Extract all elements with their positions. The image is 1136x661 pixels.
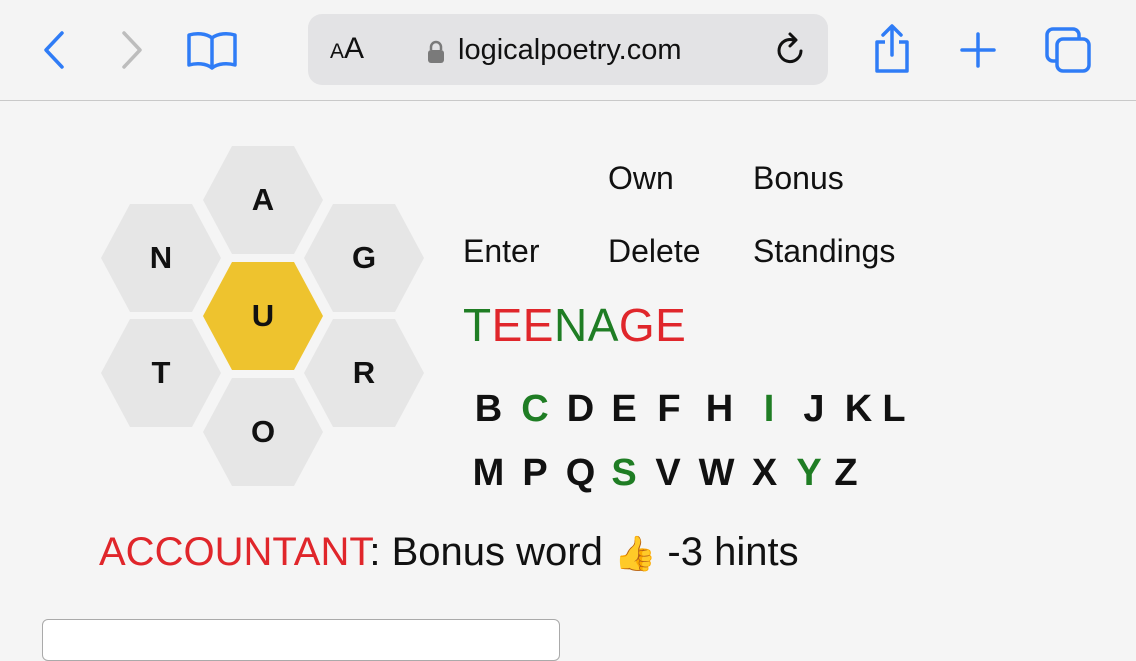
- letter-row-2: MPQSVWXYZ: [465, 452, 861, 495]
- address-bar[interactable]: AA logicalpoetry.com: [308, 14, 828, 85]
- hex-letter: T: [151, 355, 171, 390]
- message-word: ACCOUNTANT: [99, 530, 370, 574]
- letter-row-1: BCDEFHIJKL: [465, 388, 907, 431]
- letter-c[interactable]: C: [512, 388, 558, 431]
- standings-button[interactable]: Standings: [753, 233, 895, 270]
- hex-bottom[interactable]: O: [201, 376, 325, 488]
- letter-h[interactable]: H: [693, 388, 746, 431]
- forward-icon[interactable]: [116, 28, 148, 72]
- hex-letter: O: [250, 414, 276, 449]
- enter-button[interactable]: Enter: [463, 233, 539, 270]
- new-tab-icon[interactable]: [958, 30, 998, 70]
- letter-s[interactable]: S: [603, 452, 645, 495]
- word-segment: GE: [618, 299, 687, 351]
- current-word: TEENAGE: [463, 298, 686, 352]
- word-input[interactable]: [42, 619, 560, 661]
- letter-x[interactable]: X: [742, 452, 787, 495]
- lock-icon: [426, 40, 446, 69]
- letter-q[interactable]: Q: [558, 452, 603, 495]
- hex-letter: G: [351, 240, 377, 275]
- delete-button[interactable]: Delete: [608, 233, 701, 270]
- bookmarks-icon[interactable]: [186, 28, 238, 72]
- letter-l[interactable]: L: [881, 388, 907, 431]
- own-button[interactable]: Own: [608, 160, 674, 197]
- letter-y[interactable]: Y: [787, 452, 831, 495]
- status-message: ACCOUNTANT: Bonus word 👍 -3 hints: [99, 530, 799, 575]
- browser-toolbar: AA logicalpoetry.com: [0, 0, 1136, 101]
- letter-m[interactable]: M: [465, 452, 512, 495]
- tabs-icon[interactable]: [1044, 26, 1092, 74]
- letter-z[interactable]: Z: [831, 452, 861, 495]
- word-segment: NA: [553, 299, 619, 351]
- url-text[interactable]: logicalpoetry.com: [458, 34, 682, 67]
- reader-label-large: A: [344, 32, 365, 65]
- hex-letter: R: [352, 355, 376, 390]
- letter-w[interactable]: W: [691, 452, 742, 495]
- word-segment: EE: [491, 299, 554, 351]
- reader-menu-button[interactable]: AA: [330, 32, 364, 66]
- letter-f[interactable]: F: [645, 388, 693, 431]
- message-suffix: -3 hints: [656, 530, 799, 574]
- bonus-button[interactable]: Bonus: [753, 160, 844, 197]
- hex-letter-center: U: [251, 298, 275, 333]
- reload-icon[interactable]: [773, 31, 809, 74]
- letter-p[interactable]: P: [512, 452, 558, 495]
- message-text: : Bonus word: [369, 530, 614, 574]
- letter-e[interactable]: E: [603, 388, 645, 431]
- word-segment: T: [463, 299, 492, 351]
- hex-letter: A: [251, 182, 275, 217]
- back-icon[interactable]: [38, 28, 70, 72]
- letter-k[interactable]: K: [836, 388, 881, 431]
- letter-i[interactable]: I: [746, 388, 792, 431]
- letter-b[interactable]: B: [465, 388, 512, 431]
- hex-letter: N: [149, 240, 173, 275]
- letter-v[interactable]: V: [645, 452, 691, 495]
- letter-j[interactable]: J: [792, 388, 836, 431]
- share-icon[interactable]: [870, 22, 914, 76]
- thumbs-up-icon: 👍: [613, 535, 657, 573]
- reader-label-small: A: [330, 40, 345, 63]
- letter-d[interactable]: D: [558, 388, 603, 431]
